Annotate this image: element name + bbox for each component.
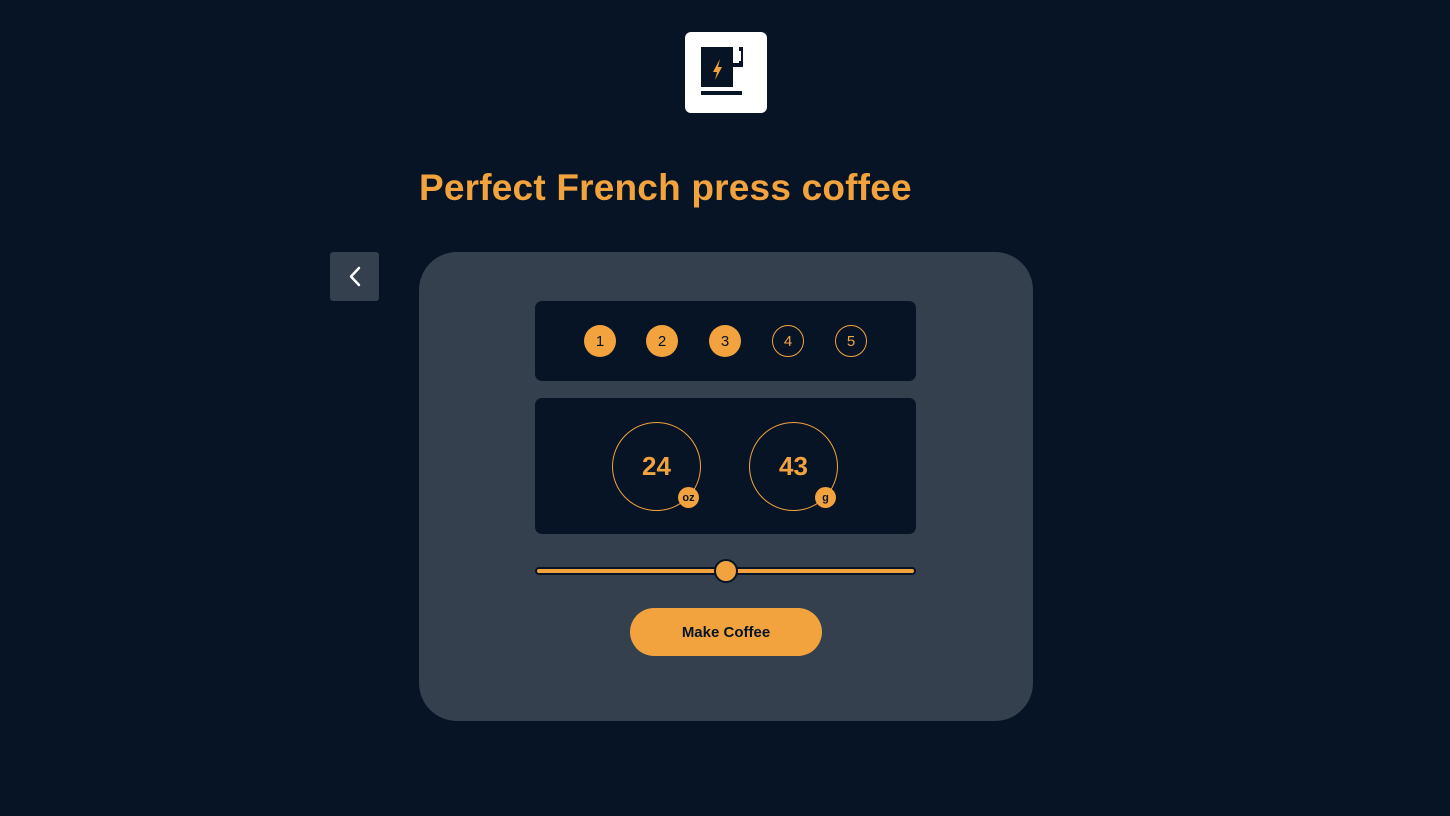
- coffee-amount: 43: [779, 451, 808, 481]
- water-dial: 24 oz: [612, 422, 701, 511]
- make-coffee-button[interactable]: Make Coffee: [630, 608, 822, 656]
- step-1[interactable]: 1: [584, 325, 616, 357]
- step-5[interactable]: 5: [835, 325, 867, 357]
- page-title: Perfect French press coffee: [419, 167, 912, 208]
- coffee-dial: 43 g: [749, 422, 838, 511]
- step-3[interactable]: 3: [709, 325, 741, 357]
- coffee-cup-bolt-icon: [701, 47, 743, 95]
- app-logo: [685, 32, 767, 113]
- step-4[interactable]: 4: [772, 325, 804, 357]
- coffee-unit-badge: g: [815, 487, 836, 508]
- water-unit-badge: oz: [678, 487, 699, 508]
- step-2[interactable]: 2: [646, 325, 678, 357]
- chevron-left-icon: [349, 266, 361, 287]
- water-amount: 24: [642, 451, 671, 481]
- back-button[interactable]: [330, 252, 379, 301]
- strength-slider[interactable]: [535, 557, 916, 585]
- brew-card: 1 2 3 4 5 24 oz 43 g Make Coffee: [419, 252, 1033, 721]
- measurement-panel: 24 oz 43 g: [535, 398, 916, 534]
- slider-thumb[interactable]: [713, 559, 738, 583]
- step-indicator: 1 2 3 4 5: [535, 301, 916, 381]
